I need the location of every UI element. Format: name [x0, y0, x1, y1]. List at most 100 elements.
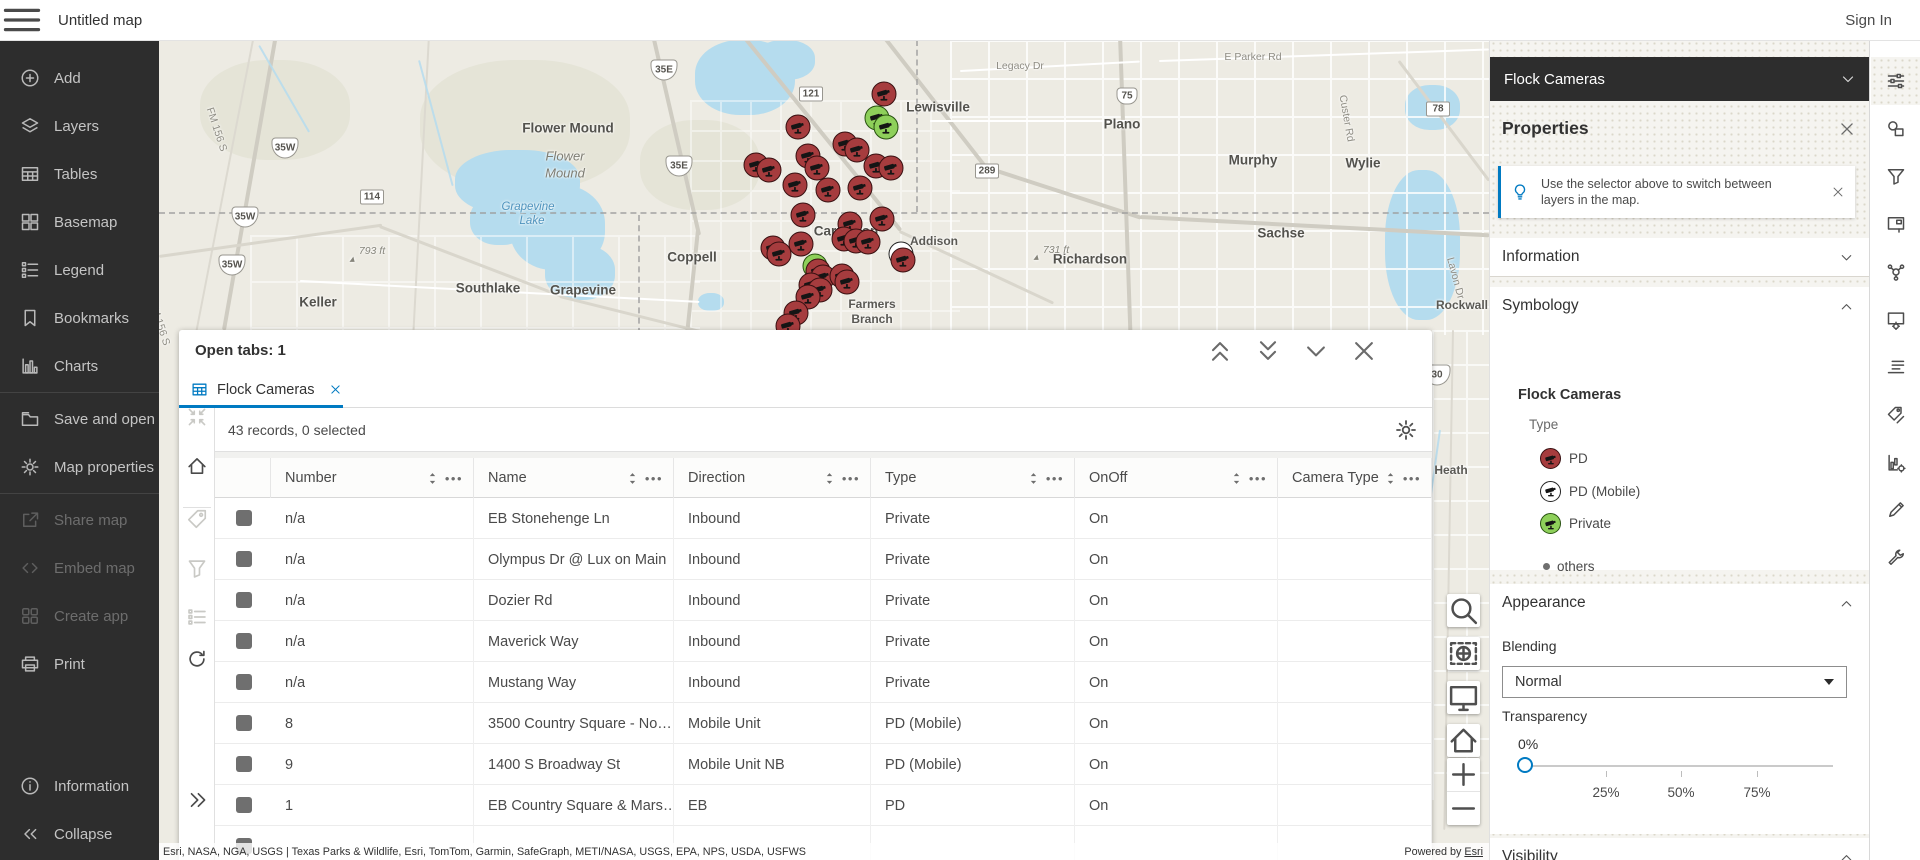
sort-icon[interactable] [1029, 472, 1038, 485]
dock-top-icon[interactable] [1206, 337, 1234, 365]
camera-marker-pd[interactable] [855, 229, 881, 255]
column-menu-icon[interactable]: ••• [842, 472, 860, 485]
column-header-name[interactable]: Name ••• [474, 458, 674, 498]
row-checkbox[interactable] [236, 674, 252, 690]
dock-bottom-icon[interactable] [1254, 337, 1282, 365]
cell[interactable]: PD (Mobile) [871, 744, 1075, 785]
row-checkbox[interactable] [236, 551, 252, 567]
cell[interactable]: Inbound [674, 498, 871, 539]
row-checkbox[interactable] [236, 797, 252, 813]
blending-select[interactable]: Normal [1502, 666, 1847, 698]
camera-marker-pd[interactable] [782, 172, 808, 198]
camera-marker-pd[interactable] [785, 114, 811, 140]
cell[interactable]: n/a [271, 498, 474, 539]
cell[interactable]: Private [871, 498, 1075, 539]
sidebar-item-collapse[interactable]: Collapse [0, 810, 159, 858]
cell[interactable]: Private [871, 539, 1075, 580]
cell[interactable] [1278, 621, 1432, 662]
column-header-number[interactable]: Number ••• [271, 458, 474, 498]
expand-rail-icon[interactable] [186, 789, 208, 811]
cell[interactable] [1278, 662, 1432, 703]
sort-icon[interactable] [628, 472, 637, 485]
cell[interactable]: Inbound [674, 621, 871, 662]
sort-icon[interactable] [428, 472, 437, 485]
dismiss-hint-icon[interactable] [1831, 185, 1845, 199]
zoom-out-button[interactable] [1447, 792, 1480, 825]
cell[interactable]: 1400 S Broadway St [474, 744, 674, 785]
cell[interactable]: n/a [271, 580, 474, 621]
cell[interactable]: On [1075, 703, 1278, 744]
zoom-to-layer-icon[interactable] [186, 455, 208, 477]
cell[interactable] [1278, 539, 1432, 580]
close-table-icon[interactable] [1350, 337, 1378, 365]
section-appearance[interactable]: Appearance [1490, 584, 1870, 622]
zoom-to-selection-icon[interactable] [186, 406, 208, 428]
column-menu-icon[interactable]: ••• [645, 472, 663, 485]
tab-flock-cameras[interactable]: Flock Cameras [179, 371, 343, 408]
cell[interactable]: Inbound [674, 539, 871, 580]
cell[interactable]: EB [674, 785, 871, 826]
transparency-slider-thumb[interactable] [1517, 757, 1533, 773]
fullscreen-button[interactable] [1447, 681, 1480, 714]
close-panel-icon[interactable] [1838, 120, 1856, 138]
search-button[interactable] [1447, 594, 1480, 627]
column-menu-icon[interactable]: ••• [1403, 472, 1421, 485]
cell[interactable]: Dozier Rd [474, 580, 674, 621]
camera-marker-pd[interactable] [756, 157, 782, 183]
rail-aggregation-icon[interactable] [1871, 248, 1920, 296]
cell[interactable]: 8 [271, 703, 474, 744]
rail-sketch-icon[interactable] [1871, 391, 1920, 439]
cell[interactable]: n/a [271, 662, 474, 703]
sign-in-button[interactable]: Sign In [1845, 12, 1892, 29]
rail-settings-icon[interactable] [1871, 534, 1920, 582]
cell[interactable]: EB Stonehenge Ln [474, 498, 674, 539]
cell[interactable]: EB Country Square & Mars… [474, 785, 674, 826]
column-header-direction[interactable]: Direction ••• [674, 458, 871, 498]
camera-marker-pd[interactable] [847, 175, 873, 201]
sidebar-item-add[interactable]: Add [0, 54, 159, 102]
cell[interactable]: On [1075, 785, 1278, 826]
sidebar-item-information[interactable]: Information [0, 762, 159, 810]
cell[interactable]: Maverick Way [474, 621, 674, 662]
sidebar-item-charts[interactable]: Charts [0, 342, 159, 390]
camera-marker-pd[interactable] [871, 81, 897, 107]
cell[interactable]: n/a [271, 621, 474, 662]
cell[interactable]: On [1075, 662, 1278, 703]
sort-icon[interactable] [825, 472, 834, 485]
rail-pop-ups-icon[interactable] [1871, 200, 1920, 248]
esri-link[interactable]: Esri [1464, 846, 1483, 858]
refresh-table-icon[interactable] [186, 648, 208, 670]
rail-labels-icon[interactable] [1871, 343, 1920, 391]
cell[interactable]: On [1075, 539, 1278, 580]
camera-marker-pd[interactable] [890, 247, 916, 273]
rail-charts-icon[interactable] [1871, 439, 1920, 487]
sidebar-item-tables[interactable]: Tables [0, 150, 159, 198]
column-header-type[interactable]: Type ••• [871, 458, 1075, 498]
cell[interactable]: Private [871, 621, 1075, 662]
sidebar-item-layers[interactable]: Layers [0, 102, 159, 150]
cell[interactable] [1278, 498, 1432, 539]
cell[interactable] [1278, 744, 1432, 785]
cell[interactable]: Inbound [674, 580, 871, 621]
close-tab-icon[interactable] [329, 383, 342, 396]
cell[interactable]: 3500 Country Square - No… [474, 703, 674, 744]
cell[interactable]: 1 [271, 785, 474, 826]
layer-selector[interactable]: Flock Cameras [1490, 57, 1870, 101]
sidebar-item-print[interactable]: Print [0, 640, 159, 688]
show-selected-icon[interactable] [186, 508, 208, 530]
cell[interactable] [1278, 785, 1432, 826]
section-visibility[interactable]: Visibility [1490, 838, 1870, 860]
camera-marker-pd[interactable] [815, 177, 841, 203]
cell[interactable]: PD [871, 785, 1075, 826]
rail-styles-icon[interactable] [1871, 105, 1920, 153]
table-settings-gear-icon[interactable] [1394, 418, 1418, 442]
camera-marker-pd[interactable] [878, 155, 904, 181]
column-menu-icon[interactable]: ••• [1249, 472, 1267, 485]
filter-table-icon[interactable] [186, 557, 208, 579]
rail-fields-icon[interactable] [1871, 296, 1920, 344]
sidebar-item-basemap[interactable]: Basemap [0, 198, 159, 246]
cell[interactable]: Inbound [674, 662, 871, 703]
column-menu-icon[interactable]: ••• [1046, 472, 1064, 485]
sort-icon[interactable] [1232, 472, 1241, 485]
row-checkbox[interactable] [236, 715, 252, 731]
